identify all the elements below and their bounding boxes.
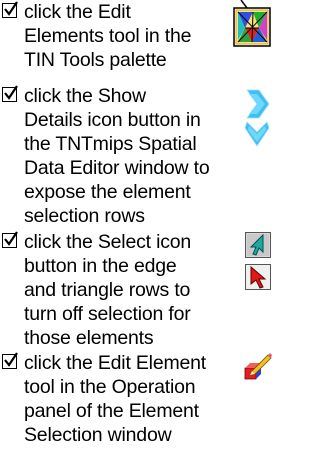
step-2-line-5: expose the element	[24, 181, 191, 203]
select-arrow-off-icon	[245, 264, 271, 290]
step-2-line-2: Details icon button in	[24, 109, 201, 131]
step-3-line-5: those elements	[24, 327, 154, 349]
edit-elements-tool-icon	[233, 0, 271, 47]
step-3-text: click the Select icon button in the edge…	[24, 230, 191, 350]
step-4-line-2: tool in the Operation	[24, 376, 196, 398]
step-4-line-3: panel of the Element	[24, 400, 199, 422]
checkbox-icon	[2, 231, 18, 248]
checkbox-icon	[2, 1, 18, 18]
step-4-line-1: click the Edit Element	[24, 352, 207, 374]
checkbox-icon	[2, 352, 18, 369]
step-1-line-3: TIN Tools palette	[24, 49, 167, 71]
checkbox-icon	[2, 85, 18, 102]
step-2-text: click the Show Details icon button in th…	[24, 84, 210, 228]
step-4-text: click the Edit Element tool in the Opera…	[24, 351, 206, 447]
step-3-line-4: turn off selection for	[24, 303, 191, 325]
step-2-line-4: Data Editor window to	[24, 157, 210, 179]
step-3-line-1: click the Select icon	[24, 231, 192, 253]
step-4-line-4: Selection window	[24, 424, 172, 446]
select-arrow-icon	[245, 232, 271, 258]
show-details-chevron-icon	[244, 89, 270, 147]
step-2-line-6: selection rows	[24, 205, 145, 227]
step-1-text: click the Edit Elements tool in the TIN …	[24, 0, 191, 72]
step-2-line-3: the TNTmips Spatial	[24, 133, 197, 155]
step-2-line-1: click the Show	[24, 85, 146, 107]
step-1-line-1: click the Edit	[24, 1, 131, 23]
step-3-line-3: and triangle rows to	[24, 279, 191, 301]
edit-element-tool-icon	[244, 353, 272, 380]
step-3-line-2: button in the edge	[24, 255, 177, 277]
step-1-line-2: Elements tool in the	[24, 25, 192, 47]
